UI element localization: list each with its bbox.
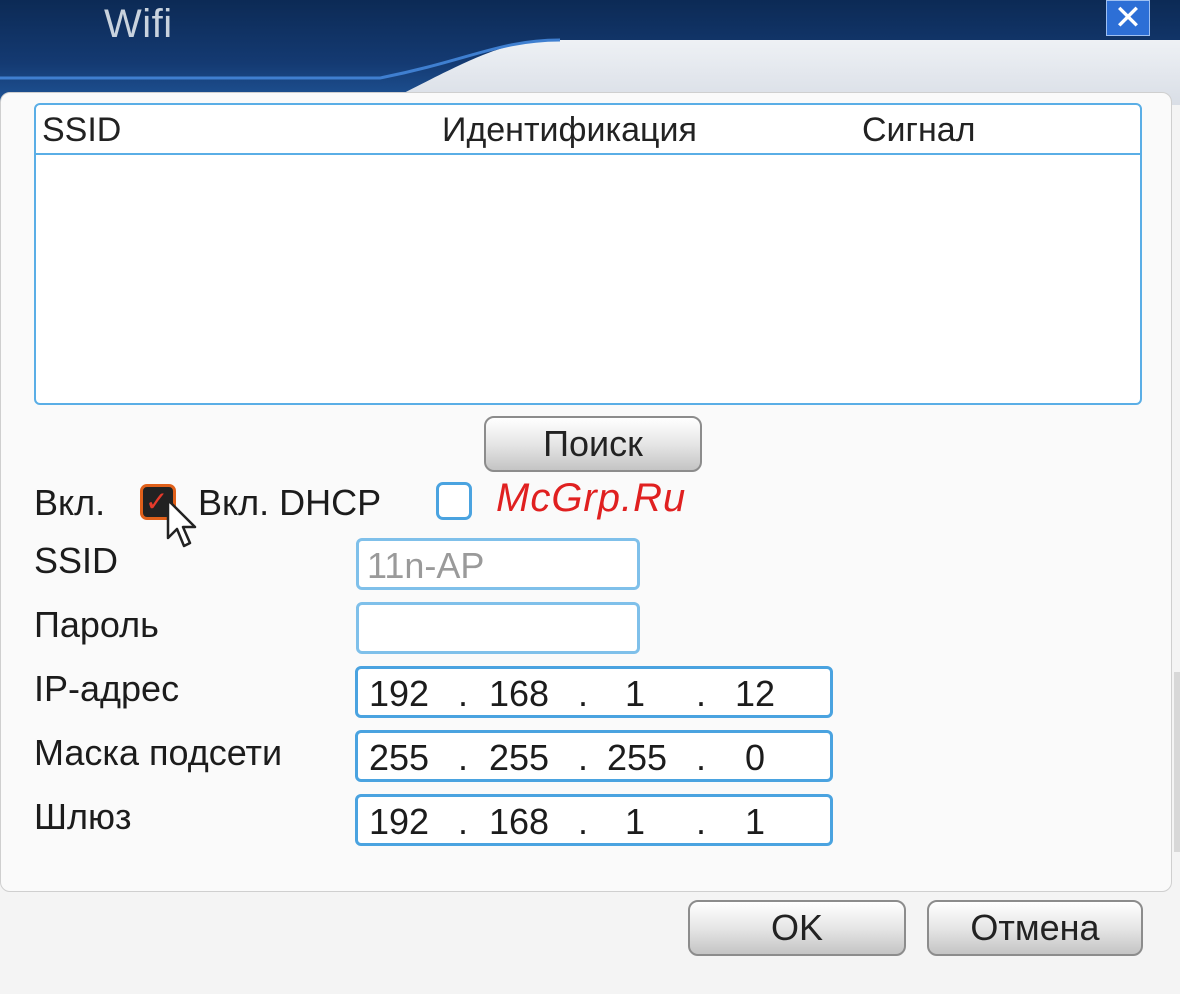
ip-octet-3[interactable]: 1 xyxy=(590,673,680,715)
gateway-label: Шлюз xyxy=(34,796,132,837)
ip-address-input[interactable]: 192 . 168 . 1 . 12 xyxy=(355,666,833,718)
scroll-edge xyxy=(1174,672,1180,852)
ip-octet-1[interactable]: 192 xyxy=(354,673,444,715)
close-icon[interactable]: ✕ xyxy=(1106,0,1150,36)
gateway-input[interactable]: 192 . 168 . 1 . 1 xyxy=(355,794,833,846)
title-bar: Wifi ✕ xyxy=(0,0,1180,105)
column-identification[interactable]: Идентификация xyxy=(442,111,697,150)
gateway-dot: . xyxy=(695,801,706,842)
dhcp-label: Вкл. DHCP xyxy=(198,482,382,523)
dhcp-checkbox[interactable] xyxy=(436,482,472,520)
gateway-octet-4[interactable]: 1 xyxy=(710,801,800,843)
mask-octet-4[interactable]: 0 xyxy=(710,737,800,779)
ip-dot: . xyxy=(695,673,706,714)
password-label: Пароль xyxy=(34,604,159,645)
watermark: McGrp.Ru xyxy=(496,476,687,520)
gateway-octet-1[interactable]: 192 xyxy=(354,801,444,843)
gateway-octet-2[interactable]: 168 xyxy=(474,801,564,843)
network-list-header: SSID Идентификация Сигнал xyxy=(36,105,1140,155)
gateway-dot: . xyxy=(457,801,468,842)
ssid-value: 11n-AP xyxy=(367,545,485,586)
gateway-dot: . xyxy=(577,801,588,842)
ip-octet-2[interactable]: 168 xyxy=(474,673,564,715)
column-signal[interactable]: Сигнал xyxy=(862,111,975,150)
check-mark-icon: ✓ xyxy=(145,486,169,517)
ip-address-label: IP-адрес xyxy=(34,668,180,709)
mask-dot: . xyxy=(695,737,706,778)
ip-dot: . xyxy=(577,673,588,714)
mask-dot: . xyxy=(457,737,468,778)
subnet-mask-input[interactable]: 255 . 255 . 255 . 0 xyxy=(355,730,833,782)
cancel-button[interactable]: Отмена xyxy=(927,900,1143,956)
column-ssid[interactable]: SSID xyxy=(42,111,121,150)
mouse-pointer-icon xyxy=(166,498,197,548)
enable-label: Вкл. xyxy=(34,482,106,523)
mask-octet-3[interactable]: 255 xyxy=(592,737,682,779)
ssid-input[interactable]: 11n-AP xyxy=(356,538,640,590)
mask-octet-2[interactable]: 255 xyxy=(474,737,564,779)
subnet-mask-label: Маска подсети xyxy=(34,732,283,773)
gateway-octet-3[interactable]: 1 xyxy=(590,801,680,843)
mask-dot: . xyxy=(577,737,588,778)
mask-octet-1[interactable]: 255 xyxy=(354,737,444,779)
network-list[interactable]: SSID Идентификация Сигнал xyxy=(34,103,1142,405)
window-title: Wifi xyxy=(104,2,173,46)
ip-octet-4[interactable]: 12 xyxy=(710,673,800,715)
title-bar-background xyxy=(0,0,1180,105)
ssid-label: SSID xyxy=(34,540,119,581)
ip-dot: . xyxy=(457,673,468,714)
password-input[interactable] xyxy=(356,602,640,654)
search-button[interactable]: Поиск xyxy=(484,416,702,472)
ok-button[interactable]: OK xyxy=(688,900,906,956)
